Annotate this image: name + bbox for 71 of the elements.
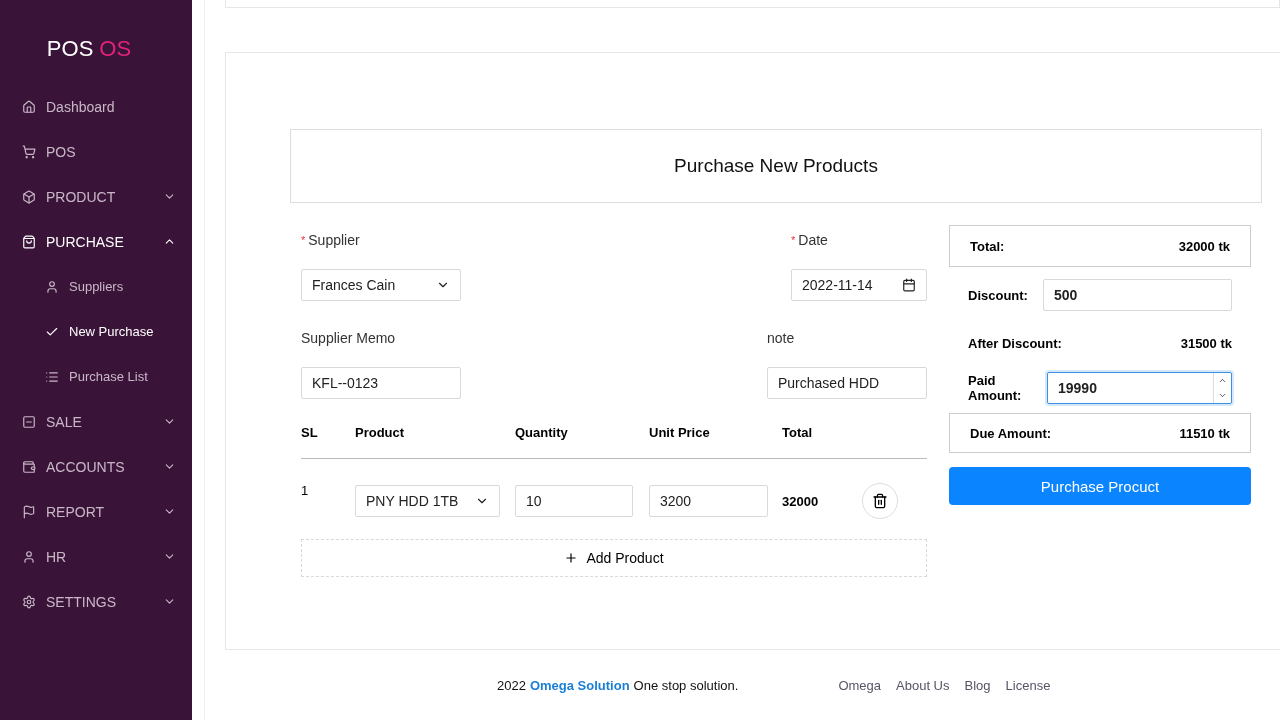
sidebar-item[interactable]: REPORT [0,489,192,534]
footer-link[interactable]: Omega [838,677,882,693]
footer-tagline: One stop solution. [633,677,739,693]
footer-year: 2022 [497,677,526,693]
paid-amount-field[interactable]: 19990 [1047,372,1232,404]
menu-icon [22,189,36,204]
column-header: Unit Price [649,425,711,440]
menu-icon [22,594,36,609]
sidebar-item[interactable]: POS [0,129,192,174]
column-header: SL [301,425,319,440]
summary-label: Paid Amount: [968,373,1023,403]
unit-price-field[interactable]: 3200 [649,485,768,517]
form-title: Purchase New Products [290,129,1262,203]
sidebar-item[interactable]: Dashboard [0,84,192,129]
menu-icon [22,549,36,564]
trash-icon [872,493,888,509]
required-mark: * [791,234,796,246]
summary-label: After Discount: [968,335,1062,351]
sidebar-item[interactable]: SALE [0,399,192,444]
footer-link[interactable]: Blog [964,677,991,693]
submenu-item[interactable]: New Purchase [0,309,192,354]
summary-label: Total: [970,238,1005,254]
brand-name: POS [46,36,94,62]
quantity-field[interactable]: 10 [515,485,633,517]
brand-name-accent: OS [99,36,132,62]
column-header: Total [782,425,814,440]
field-label: Date [798,232,828,248]
column-header: Product [355,425,406,440]
date-field[interactable]: 2022-11-14 [791,269,927,301]
menu-icon [22,459,36,474]
footer-link[interactable]: About Us [896,677,950,693]
add-product-button[interactable]: Add Product [301,539,927,577]
summary-label: Due Amount: [970,425,1052,441]
chevron-up-icon [1218,376,1227,385]
summary-value: 11510 tk [1179,425,1230,441]
note-field[interactable]: Purchased HDD [767,367,927,399]
discount-field[interactable]: 500 [1043,279,1232,311]
summary-value: 31500 tk [1180,335,1232,351]
calendar-icon [902,278,916,292]
required-mark: * [301,234,306,246]
delete-button[interactable] [862,483,898,519]
memo-field[interactable]: KFL--0123 [301,367,461,399]
summary-value: 32000 tk [1178,238,1230,254]
menu-icon [45,279,59,294]
table-cell-text: 1 [301,483,310,498]
menu-icon [22,234,36,249]
plus-icon [564,551,579,565]
column-header: Quantity [515,425,569,440]
sidebar-item[interactable]: SETTINGS [0,579,192,624]
sidebar-item[interactable]: PRODUCT [0,174,192,219]
summary-label: Discount: [968,287,1028,303]
product-select[interactable]: PNY HDD 1TB [355,485,500,517]
table-cell-text: 32000 [782,493,820,509]
footer-link[interactable]: License [1005,677,1051,693]
sidebar-item[interactable]: PURCHASE [0,219,192,264]
menu-icon [22,144,36,159]
submenu-item[interactable]: Purchase List [0,354,192,399]
menu-icon [22,414,36,429]
field-label: Supplier Memo [301,329,397,348]
sidebar-item[interactable]: ACCOUNTS [0,444,192,489]
chevron-down-icon [1218,391,1227,400]
menu-icon [22,504,36,519]
field-label: Supplier [308,232,360,248]
field-label: note [767,329,796,348]
company-link[interactable]: Omega Solution [529,677,630,693]
supplier-select[interactable]: Frances Cain [301,269,461,301]
sidebar-item[interactable]: HR [0,534,192,579]
menu-icon [22,99,36,114]
purchase-button[interactable]: Purchase Procuct [949,467,1251,505]
menu-icon [45,369,59,384]
submenu-item[interactable]: Suppliers [0,264,192,309]
